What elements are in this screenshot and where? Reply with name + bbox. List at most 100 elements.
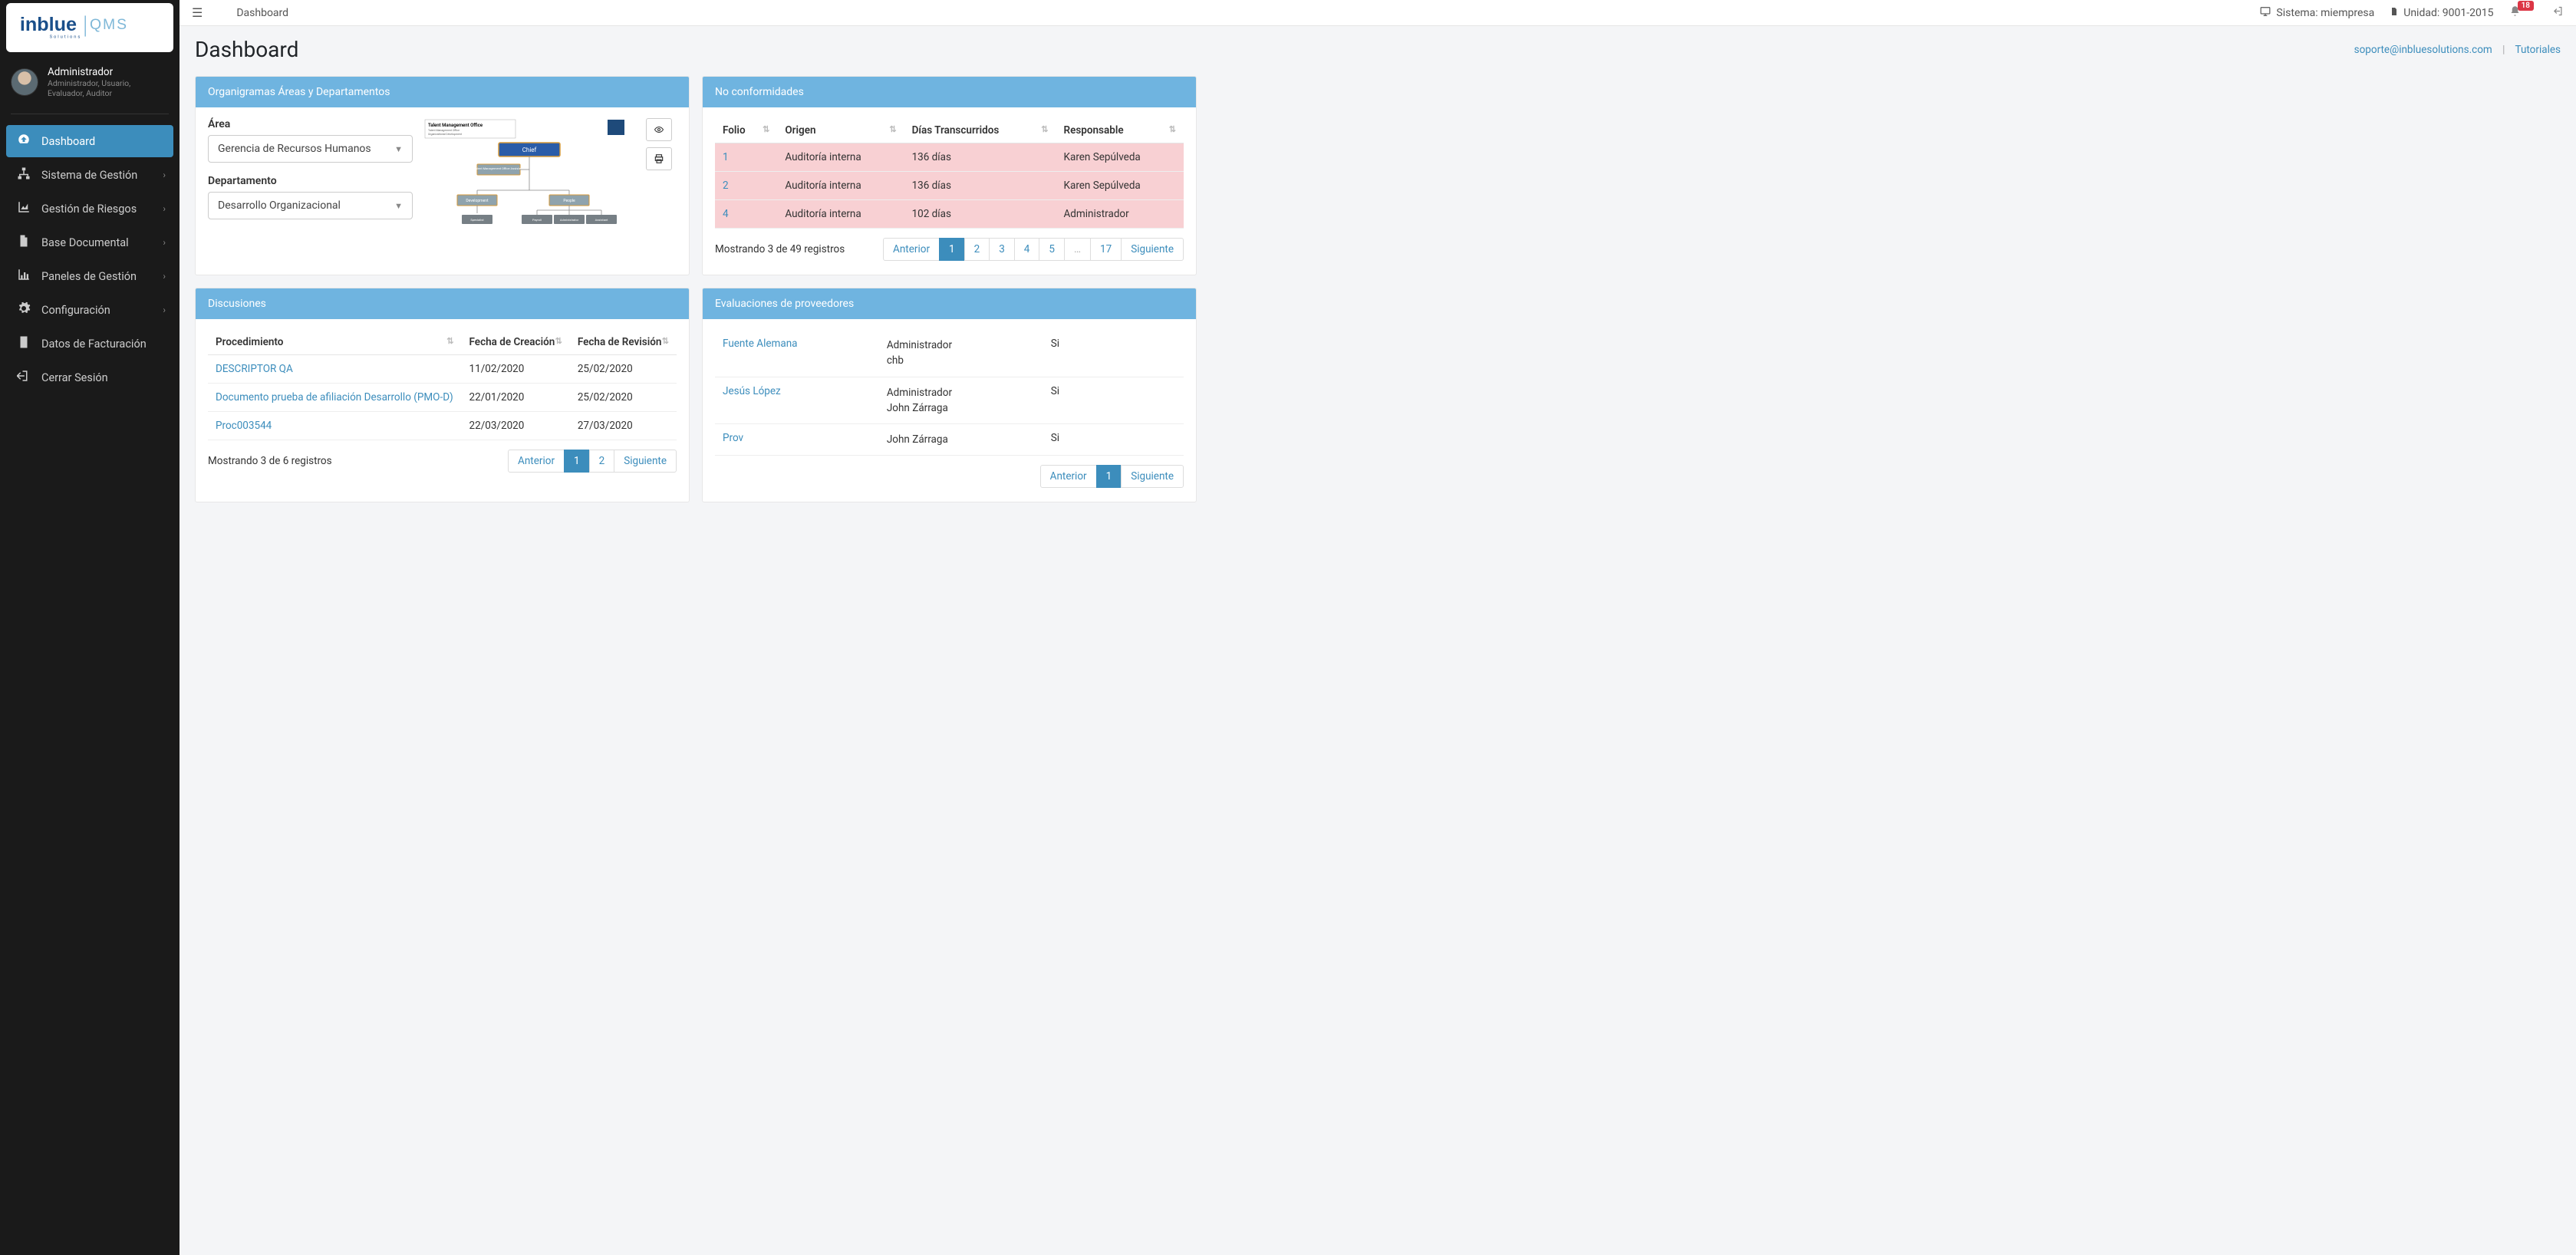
page-num[interactable]: 1 [1096, 465, 1122, 488]
card-header: No conformidades [703, 77, 1196, 107]
caret-down-icon: ▼ [394, 201, 403, 211]
page-title: Dashboard [195, 37, 298, 62]
content: Dashboard soporte@inbluesolutions.com | … [180, 26, 2576, 513]
nav-label: Paneles de Gestión [41, 270, 137, 283]
page-prev[interactable]: Anterior [1040, 465, 1097, 488]
nav-cerrar-sesion[interactable]: Cerrar Sesión [6, 361, 173, 394]
page-next[interactable]: Siguiente [1121, 465, 1184, 488]
page-num[interactable]: 1 [564, 450, 590, 473]
area-select[interactable]: Gerencia de Recursos Humanos ▼ [208, 135, 413, 163]
proc-link[interactable]: DESCRIPTOR QA [216, 363, 293, 375]
file-icon [2390, 6, 2399, 20]
bar-chart-icon [15, 268, 32, 285]
svg-text:Organizational Development: Organizational Development [428, 133, 463, 136]
gear-icon [15, 301, 32, 318]
logout-icon[interactable] [2552, 5, 2564, 20]
chevron-right-icon: › [163, 305, 166, 315]
breadcrumb: Dashboard [236, 7, 288, 19]
card-discusiones: Discusiones Procedimiento⇅ Fecha de Crea… [195, 288, 690, 502]
svg-text:People: People [563, 199, 575, 203]
user-roles: Administrador, Usuario, Evaluador, Audit… [48, 78, 169, 98]
table-row[interactable]: 4 Auditoría interna 102 días Administrad… [715, 200, 1184, 229]
nav-label: Gestión de Riesgos [41, 203, 137, 216]
table-row[interactable]: Fuente Alemana Administradorchb Si [715, 330, 1184, 377]
nav-base-documental[interactable]: Base Documental › [6, 226, 173, 259]
page-prev[interactable]: Anterior [883, 238, 940, 261]
hamburger-icon[interactable]: ☰ [192, 5, 203, 20]
col-revision[interactable]: Fecha de Revisión⇅ [570, 330, 677, 355]
page-num[interactable]: 3 [989, 238, 1015, 261]
sort-icon: ⇅ [1169, 124, 1176, 134]
view-button[interactable] [646, 118, 672, 141]
records-info: Mostrando 3 de 49 registros [715, 243, 845, 255]
svg-text:Specialist: Specialist [470, 218, 484, 222]
page-next[interactable]: Siguiente [1121, 238, 1184, 261]
nav-list: Dashboard Sistema de Gestión › Gestión d… [0, 125, 180, 395]
col-creacion[interactable]: Fecha de Creación⇅ [462, 330, 570, 355]
main: ☰ Dashboard Sistema: miempresa Unidad: 9… [180, 0, 2576, 1255]
area-chart-icon [15, 200, 32, 217]
svg-text:Chief: Chief [522, 147, 537, 153]
dept-label: Departamento [208, 175, 413, 187]
user-block: Administrador Administrador, Usuario, Ev… [0, 55, 180, 106]
bell-button[interactable]: 18 [2509, 5, 2537, 20]
proc-link[interactable]: Proc003544 [216, 420, 272, 432]
dept-select[interactable]: Desarrollo Organizacional ▼ [208, 192, 413, 219]
nav-paneles-gestion[interactable]: Paneles de Gestión › [6, 260, 173, 292]
nav-configuracion[interactable]: Configuración › [6, 294, 173, 326]
page-prev[interactable]: Anterior [508, 450, 565, 473]
folio-link[interactable]: 2 [723, 180, 729, 192]
nav-label: Datos de Facturación [41, 338, 147, 351]
card-evaluaciones: Evaluaciones de proveedores Fuente Alema… [702, 288, 1197, 502]
user-name: Administrador [48, 66, 169, 78]
folio-link[interactable]: 4 [723, 208, 729, 220]
tutorials-link[interactable]: Tutoriales [2515, 44, 2561, 56]
prov-link[interactable]: Prov [723, 432, 743, 444]
col-dias[interactable]: Días Transcurridos⇅ [904, 118, 1056, 143]
page-num[interactable]: 4 [1014, 238, 1040, 261]
svg-text:Payroll: Payroll [532, 218, 542, 222]
col-origen[interactable]: Origen⇅ [777, 118, 904, 143]
sort-icon: ⇅ [446, 336, 453, 346]
table-row[interactable]: 2 Auditoría interna 136 días Karen Sepúl… [715, 172, 1184, 200]
table-row[interactable]: DESCRIPTOR QA 11/02/2020 25/02/2020 [208, 355, 677, 384]
page-next[interactable]: Siguiente [614, 450, 677, 473]
table-row[interactable]: Proc003544 22/03/2020 27/03/2020 [208, 412, 677, 440]
table-row[interactable]: Prov John Zárraga Si [715, 424, 1184, 456]
unidad-status[interactable]: Unidad: 9001-2015 [2390, 6, 2493, 20]
sistema-status[interactable]: Sistema: miempresa [2259, 6, 2374, 20]
proc-link[interactable]: Documento prueba de afiliación Desarroll… [216, 391, 453, 404]
prov-link[interactable]: Fuente Alemana [723, 338, 798, 350]
page-num[interactable]: 17 [1090, 238, 1122, 261]
folio-link[interactable]: 1 [723, 151, 729, 163]
nav-sistema-gestion[interactable]: Sistema de Gestión › [6, 159, 173, 191]
nav-gestion-riesgos[interactable]: Gestión de Riesgos › [6, 193, 173, 225]
support-link[interactable]: soporte@inbluesolutions.com [2354, 44, 2492, 56]
svg-text:Talent Management Office Assis: Talent Management Office Assistant [474, 166, 524, 170]
svg-text:Development: Development [466, 199, 489, 203]
table-row[interactable]: Documento prueba de afiliación Desarroll… [208, 384, 677, 412]
page-num[interactable]: 1 [939, 238, 965, 261]
print-button[interactable] [646, 147, 672, 170]
page-num[interactable]: 2 [964, 238, 990, 261]
nav-dashboard[interactable]: Dashboard [6, 125, 173, 157]
col-responsable[interactable]: Responsable⇅ [1056, 118, 1184, 143]
desktop-icon [2259, 6, 2271, 20]
pagination: Anterior1Siguiente [1041, 465, 1184, 488]
col-folio[interactable]: Folio⇅ [715, 118, 777, 143]
tachometer-icon [15, 133, 32, 150]
avatar [11, 68, 38, 96]
table-row[interactable]: 1 Auditoría interna 136 días Karen Sepúl… [715, 143, 1184, 172]
nonconf-table: Folio⇅ Origen⇅ Días Transcurridos⇅ Respo… [715, 118, 1184, 229]
chevron-right-icon: › [163, 271, 166, 282]
nav-facturacion[interactable]: Datos de Facturación [6, 328, 173, 360]
sort-icon: ⇅ [662, 336, 669, 346]
page-num[interactable]: 2 [589, 450, 615, 473]
col-procedimiento[interactable]: Procedimiento⇅ [208, 330, 462, 355]
page-num[interactable]: 5 [1039, 238, 1065, 261]
prov-link[interactable]: Jesús López [723, 385, 781, 397]
nav-label: Sistema de Gestión [41, 169, 137, 182]
sort-icon: ⇅ [555, 336, 562, 346]
table-row[interactable]: Jesús López AdministradorJohn Zárraga Si [715, 377, 1184, 424]
sort-icon: ⇅ [889, 124, 896, 134]
